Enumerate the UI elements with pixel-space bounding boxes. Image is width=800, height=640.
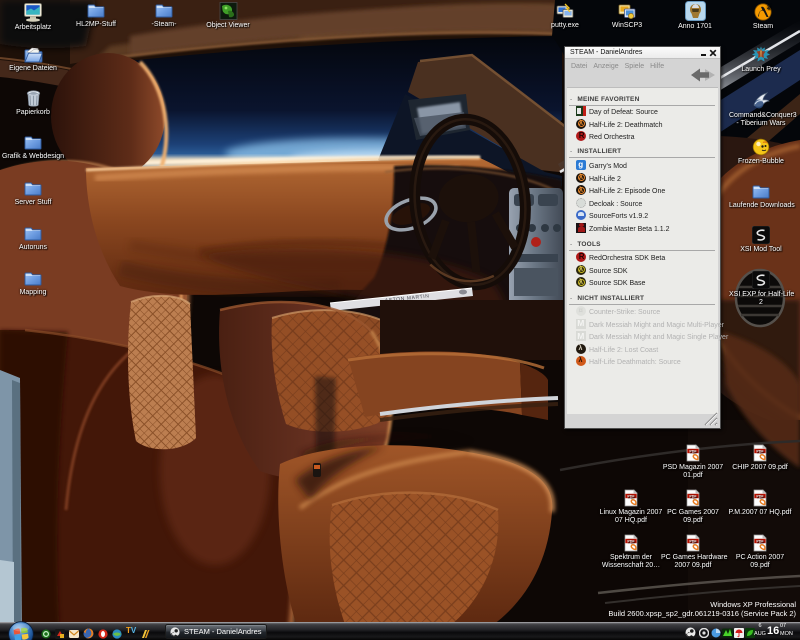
svg-text:2: 2	[767, 5, 770, 11]
